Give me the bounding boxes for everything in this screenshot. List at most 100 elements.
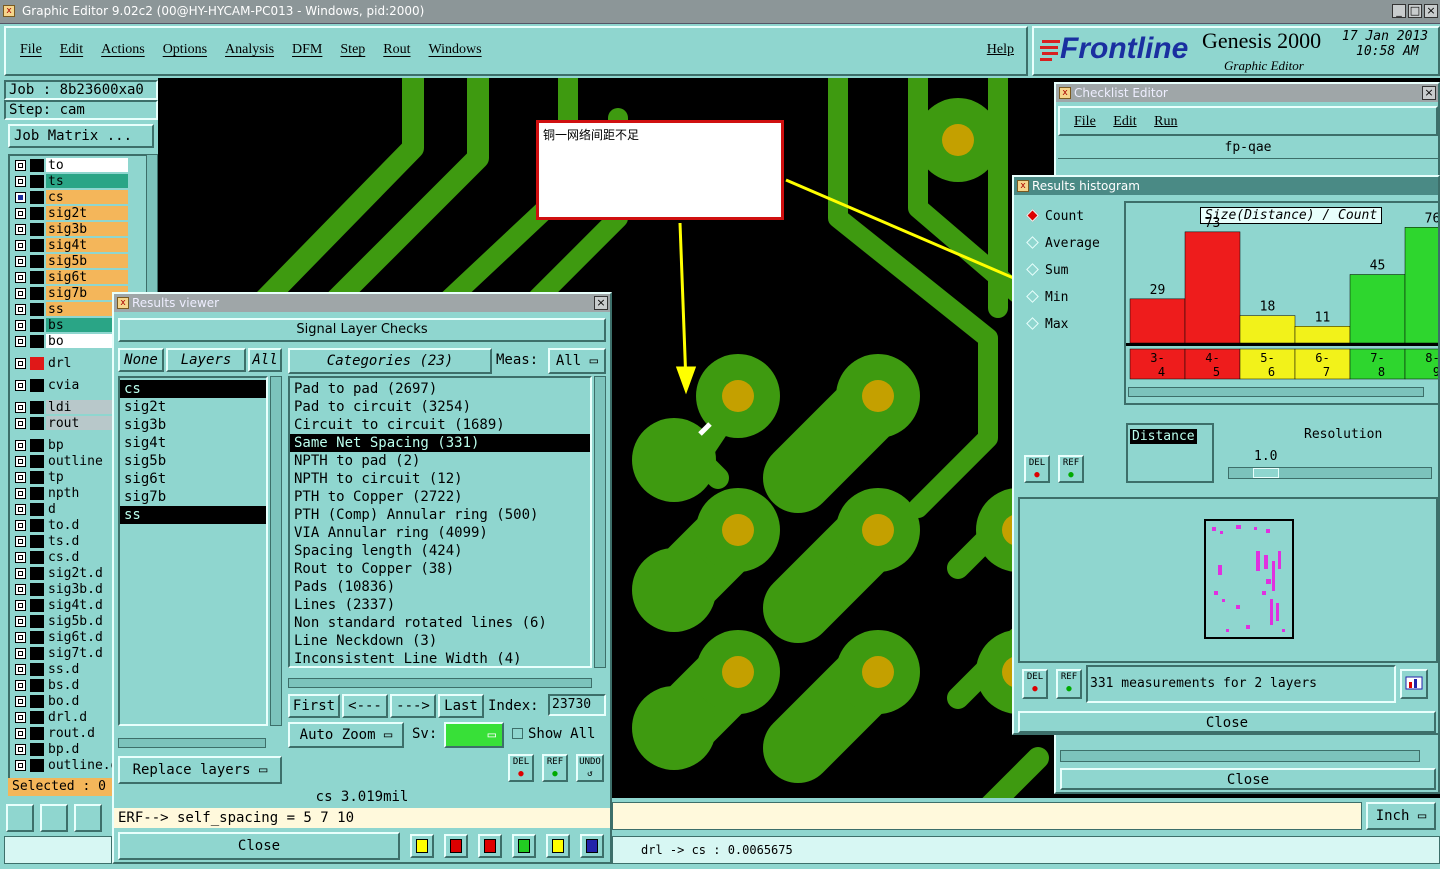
minimize-button[interactable]: _: [1392, 4, 1406, 18]
categories-list[interactable]: Pad to pad (2697) Pad to circuit (3254) Ci…: [288, 376, 592, 668]
layer-checkbox[interactable]: [15, 504, 26, 515]
menu-analysis[interactable]: Analysis: [225, 42, 274, 57]
layer-checkbox[interactable]: [15, 552, 26, 563]
measure-tool-icon[interactable]: [40, 804, 68, 832]
category-list-item[interactable]: Non standard rotated lines (6): [290, 614, 590, 632]
layer-row-sig6t[interactable]: sig6t: [10, 270, 160, 285]
layer-checkbox[interactable]: [15, 160, 26, 171]
layer-checkbox[interactable]: [15, 536, 26, 547]
layer-checkbox[interactable]: [15, 632, 26, 643]
index-input[interactable]: 23730: [548, 694, 606, 716]
no-ref-icon[interactable]: [478, 834, 502, 858]
results-viewer-close-icon[interactable]: ×: [594, 296, 608, 310]
layers-none-button[interactable]: None: [118, 348, 164, 372]
histogram-ref-button[interactable]: REF ●: [1058, 455, 1084, 483]
layer-checkbox[interactable]: [15, 256, 26, 267]
histogram-option-min[interactable]: Min: [1024, 288, 1068, 308]
layer-checkbox[interactable]: [15, 176, 26, 187]
categories-header-button[interactable]: Categories (23): [288, 348, 492, 374]
histogram-close-button[interactable]: Close: [1018, 711, 1436, 733]
layer-list-item[interactable]: sig6t: [120, 470, 266, 488]
notes-icon[interactable]: [546, 834, 570, 858]
layer-checkbox[interactable]: [15, 288, 26, 299]
layer-checkbox[interactable]: [15, 664, 26, 675]
first-button[interactable]: First: [288, 694, 340, 718]
layer-row-sig3b[interactable]: sig3b: [10, 222, 160, 237]
menu-file[interactable]: File: [20, 42, 42, 57]
measurements-del-button[interactable]: DEL ●: [1022, 669, 1048, 699]
layer-checkbox[interactable]: [15, 600, 26, 611]
category-list-item[interactable]: Rout to Copper (38): [290, 560, 590, 578]
category-list-item[interactable]: Circuit to circuit (1689): [290, 416, 590, 434]
layers-header-button[interactable]: Layers: [166, 348, 246, 372]
layer-row-cs[interactable]: cs: [10, 190, 160, 205]
histogram-option-count[interactable]: Count: [1024, 207, 1084, 227]
categories-vscroll[interactable]: [594, 376, 606, 668]
distance-list[interactable]: Distance: [1126, 423, 1214, 483]
histogram-option-average[interactable]: Average: [1024, 234, 1100, 254]
menu-dfm[interactable]: DFM: [292, 42, 322, 57]
histogram-option-max[interactable]: Max: [1024, 315, 1068, 335]
histogram-del-button[interactable]: DEL ●: [1024, 455, 1050, 483]
menu-step[interactable]: Step: [340, 42, 365, 57]
checklist-menu-edit[interactable]: Edit: [1113, 114, 1136, 129]
category-list-item[interactable]: PTH (Comp) Annular ring (500): [290, 506, 590, 524]
layer-checkbox[interactable]: [15, 402, 26, 413]
layer-row-to[interactable]: to: [10, 158, 160, 173]
prev-button[interactable]: <---: [342, 694, 388, 718]
rv-undo-button[interactable]: UNDO ↺: [576, 754, 604, 782]
category-list-item[interactable]: Line Neckdown (3): [290, 632, 590, 650]
resolution-slider[interactable]: [1228, 467, 1432, 479]
layer-checkbox[interactable]: [15, 696, 26, 707]
histogram-option-sum[interactable]: Sum: [1024, 261, 1068, 281]
layer-checkbox[interactable]: [15, 418, 26, 429]
report-icon[interactable]: [444, 834, 468, 858]
measurements-ref-button[interactable]: REF ●: [1056, 669, 1082, 699]
layer-checkbox[interactable]: [15, 320, 26, 331]
category-list-item[interactable]: VIA Annular ring (4099): [290, 524, 590, 542]
menu-actions[interactable]: Actions: [101, 42, 145, 57]
menu-help[interactable]: Help: [987, 42, 1014, 58]
category-list-item[interactable]: Same Net Spacing (331): [290, 434, 590, 452]
menu-windows[interactable]: Windows: [429, 42, 482, 57]
layer-list-item[interactable]: sig4t: [120, 434, 266, 452]
layer-checkbox[interactable]: [15, 568, 26, 579]
checklist-close-icon[interactable]: ×: [1422, 86, 1436, 100]
layer-checkbox[interactable]: [15, 208, 26, 219]
checklist-menu-run[interactable]: Run: [1154, 114, 1177, 129]
next-button[interactable]: --->: [390, 694, 436, 718]
menu-edit[interactable]: Edit: [60, 42, 83, 57]
category-list-item[interactable]: Inconsistent Line Width (4): [290, 650, 590, 668]
rv-close-button[interactable]: Close: [118, 832, 400, 860]
menu-rout[interactable]: Rout: [383, 42, 410, 57]
layer-list-item[interactable]: sig2t: [120, 398, 266, 416]
layer-checkbox[interactable]: [15, 304, 26, 315]
layer-checkbox[interactable]: [15, 240, 26, 251]
categories-hscroll[interactable]: [288, 678, 592, 688]
layer-checkbox[interactable]: [15, 712, 26, 723]
histogram-export-button[interactable]: [1400, 669, 1428, 699]
histogram-hscroll[interactable]: [1128, 387, 1424, 397]
layer-checkbox[interactable]: [15, 648, 26, 659]
units-dropdown[interactable]: Inch ▭: [1366, 802, 1436, 830]
numbered-icon[interactable]: [512, 834, 536, 858]
layers-all-button[interactable]: All: [248, 348, 282, 372]
distance-item[interactable]: Distance: [1130, 429, 1197, 444]
show-all-checkbox[interactable]: [512, 728, 523, 739]
layer-checkbox[interactable]: [15, 358, 26, 369]
meas-dropdown[interactable]: All ▭: [548, 348, 606, 374]
category-list-item[interactable]: PTH to Copper (2722): [290, 488, 590, 506]
layer-checkbox[interactable]: [15, 728, 26, 739]
category-list-item[interactable]: NPTH to circuit (12): [290, 470, 590, 488]
layer-row-sig4t[interactable]: sig4t: [10, 238, 160, 253]
layer-checkbox[interactable]: [15, 584, 26, 595]
layers-vscroll[interactable]: [270, 376, 282, 726]
rv-del-button[interactable]: DEL ●: [508, 754, 534, 782]
rv-ref-button[interactable]: REF ●: [542, 754, 568, 782]
layers-hscroll[interactable]: [118, 738, 266, 748]
layer-checkbox[interactable]: [15, 336, 26, 347]
zoom-tool-icon[interactable]: [6, 804, 34, 832]
category-list-item[interactable]: Lines (2337): [290, 596, 590, 614]
auto-zoom-dropdown[interactable]: Auto Zoom ▭: [288, 722, 404, 748]
close-button[interactable]: ×: [1424, 4, 1438, 18]
